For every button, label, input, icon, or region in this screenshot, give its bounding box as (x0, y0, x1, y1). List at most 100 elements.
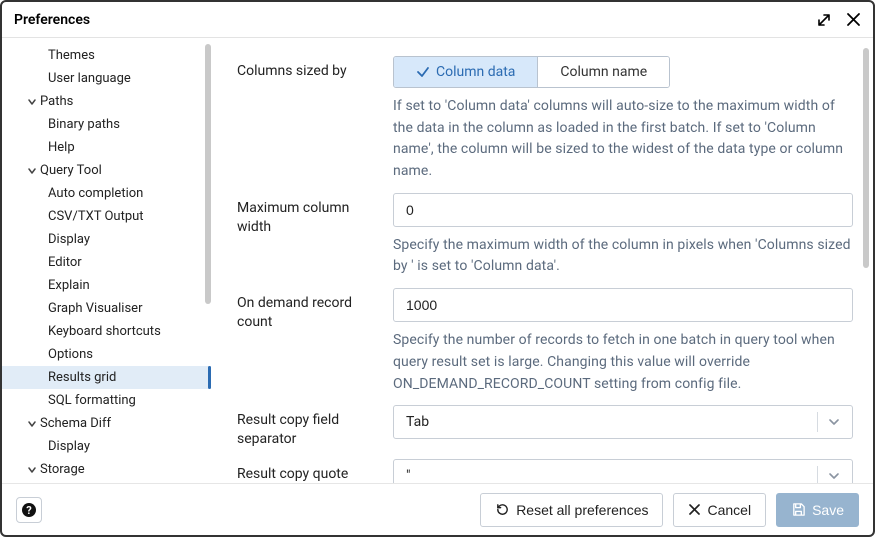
field-columns-sized-by: Columns sized by Column data Column name… (237, 56, 853, 183)
max-column-width-input[interactable] (393, 193, 853, 227)
field-label: Result copy quote character (237, 459, 375, 483)
option-column-name[interactable]: Column name (538, 57, 669, 87)
button-label: Save (812, 502, 844, 518)
maximize-button[interactable] (816, 12, 832, 28)
sidebar-item-explain[interactable]: Explain (2, 274, 211, 297)
sidebar-item-label: Results grid (48, 370, 116, 385)
sidebar-item-user-language[interactable]: User language (2, 67, 211, 90)
sidebar-item-label: Editor (48, 255, 82, 270)
close-button[interactable] (846, 12, 861, 27)
sidebar-item-label: Auto completion (48, 186, 143, 201)
reset-all-button[interactable]: Reset all preferences (480, 493, 663, 527)
titlebar-actions (816, 12, 861, 28)
select-value: Tab (406, 414, 429, 430)
sidebar-item-query-tool[interactable]: Query Tool (2, 159, 211, 182)
dialog-body: Themes User language Paths Binary paths Help… (2, 38, 873, 483)
option-column-data[interactable]: Column data (394, 57, 538, 87)
sidebar-item-label: SQL formatting (48, 393, 136, 408)
chevron-down-icon (26, 165, 38, 177)
sidebar-item-label: Query Tool (40, 163, 102, 178)
chevron-down-icon (26, 96, 38, 108)
sidebar-item-paths[interactable]: Paths (2, 90, 211, 113)
sidebar-item-themes[interactable]: Themes (2, 44, 211, 67)
select-arrow-box (817, 412, 840, 432)
sidebar-item-label: Schema Diff (40, 416, 111, 431)
field-result-copy-separator: Result copy field separator Tab (237, 405, 853, 449)
chevron-down-icon (828, 416, 840, 428)
result-copy-separator-select[interactable]: Tab (393, 405, 853, 439)
segmented-control: Column data Column name (393, 56, 670, 88)
help-text: Specify the number of records to fetch i… (393, 330, 853, 395)
help-text: Specify the maximum width of the column … (393, 235, 853, 278)
footer-actions: Reset all preferences Cancel Save (480, 493, 859, 527)
field-label: Maximum column width (237, 193, 375, 278)
check-icon (416, 65, 430, 79)
select-value: " (406, 468, 410, 483)
expand-icon (816, 12, 832, 28)
sidebar-item-label: Help (48, 140, 75, 155)
button-label: Reset all preferences (516, 502, 648, 518)
field-max-column-width: Maximum column width Specify the maximum… (237, 193, 853, 278)
chevron-down-icon (26, 464, 38, 476)
sidebar-item-editor[interactable]: Editor (2, 251, 211, 274)
titlebar: Preferences (2, 2, 873, 38)
field-label: Columns sized by (237, 56, 375, 183)
sidebar-item-label: User language (48, 71, 131, 86)
sidebar-item-csv-txt-output[interactable]: CSV/TXT Output (2, 205, 211, 228)
sidebar-item-help[interactable]: Help (2, 136, 211, 159)
field-control: Column data Column name If set to 'Colum… (393, 56, 853, 183)
select-separator (817, 412, 818, 432)
svg-text:?: ? (26, 504, 32, 517)
button-label: Cancel (707, 502, 751, 518)
sidebar-item-label: CSV/TXT Output (48, 209, 144, 224)
select-separator (817, 466, 818, 483)
sidebar-item-binary-paths[interactable]: Binary paths (2, 113, 211, 136)
on-demand-record-count-input[interactable] (393, 288, 853, 322)
sidebar-item-graph-visualiser[interactable]: Graph Visualiser (2, 297, 211, 320)
sidebar-item-label: Graph Visualiser (48, 301, 142, 316)
field-label: On demand record count (237, 288, 375, 395)
sidebar-item-schema-diff[interactable]: Schema Diff (2, 412, 211, 435)
content-pane[interactable]: Columns sized by Column data Column name… (211, 38, 873, 483)
sidebar-item-keyboard-shortcuts[interactable]: Keyboard shortcuts (2, 320, 211, 343)
sidebar-item-qt-display[interactable]: Display (2, 228, 211, 251)
sidebar-item-sd-display[interactable]: Display (2, 435, 211, 458)
field-control: " (393, 459, 853, 483)
result-copy-quote-char-select[interactable]: " (393, 459, 853, 483)
save-button[interactable]: Save (776, 493, 859, 527)
field-control: Specify the number of records to fetch i… (393, 288, 853, 395)
sidebar-item-label: Display (48, 232, 90, 247)
question-icon: ? (21, 502, 37, 518)
sidebar-item-label: Explain (48, 278, 90, 293)
field-control: Specify the maximum width of the column … (393, 193, 853, 278)
help-button[interactable]: ? (16, 497, 42, 523)
footer: ? Reset all preferences Cancel Save (2, 483, 873, 535)
reset-icon (495, 502, 510, 517)
dialog-title: Preferences (14, 12, 90, 28)
sidebar-item-label: Display (48, 439, 90, 454)
field-label: Result copy field separator (237, 405, 375, 449)
chevron-down-icon (828, 470, 840, 482)
sidebar-item-results-grid[interactable]: Results grid (2, 366, 211, 389)
sidebar-item-label: Options (48, 347, 93, 362)
option-label: Column data (436, 64, 515, 80)
chevron-down-icon (26, 418, 38, 430)
save-icon (791, 502, 806, 517)
sidebar-item-auto-completion[interactable]: Auto completion (2, 182, 211, 205)
close-icon (846, 12, 861, 27)
select-arrow-box (817, 466, 840, 483)
sidebar-item-label: Paths (40, 94, 73, 109)
sidebar-item-label: Themes (48, 48, 95, 63)
content-scrollbar[interactable] (863, 48, 869, 268)
sidebar[interactable]: Themes User language Paths Binary paths Help… (2, 38, 211, 483)
sidebar-item-label: Storage (40, 462, 85, 477)
option-label: Column name (560, 64, 647, 80)
sidebar-item-storage[interactable]: Storage (2, 458, 211, 481)
field-control: Tab (393, 405, 853, 449)
field-on-demand-record-count: On demand record count Specify the numbe… (237, 288, 853, 395)
sidebar-item-options[interactable]: Options (2, 343, 211, 366)
sidebar-item-sql-formatting[interactable]: SQL formatting (2, 389, 211, 412)
cancel-button[interactable]: Cancel (673, 493, 766, 527)
sidebar-item-label: Binary paths (48, 117, 120, 132)
help-text: If set to 'Column data' columns will aut… (393, 96, 853, 183)
